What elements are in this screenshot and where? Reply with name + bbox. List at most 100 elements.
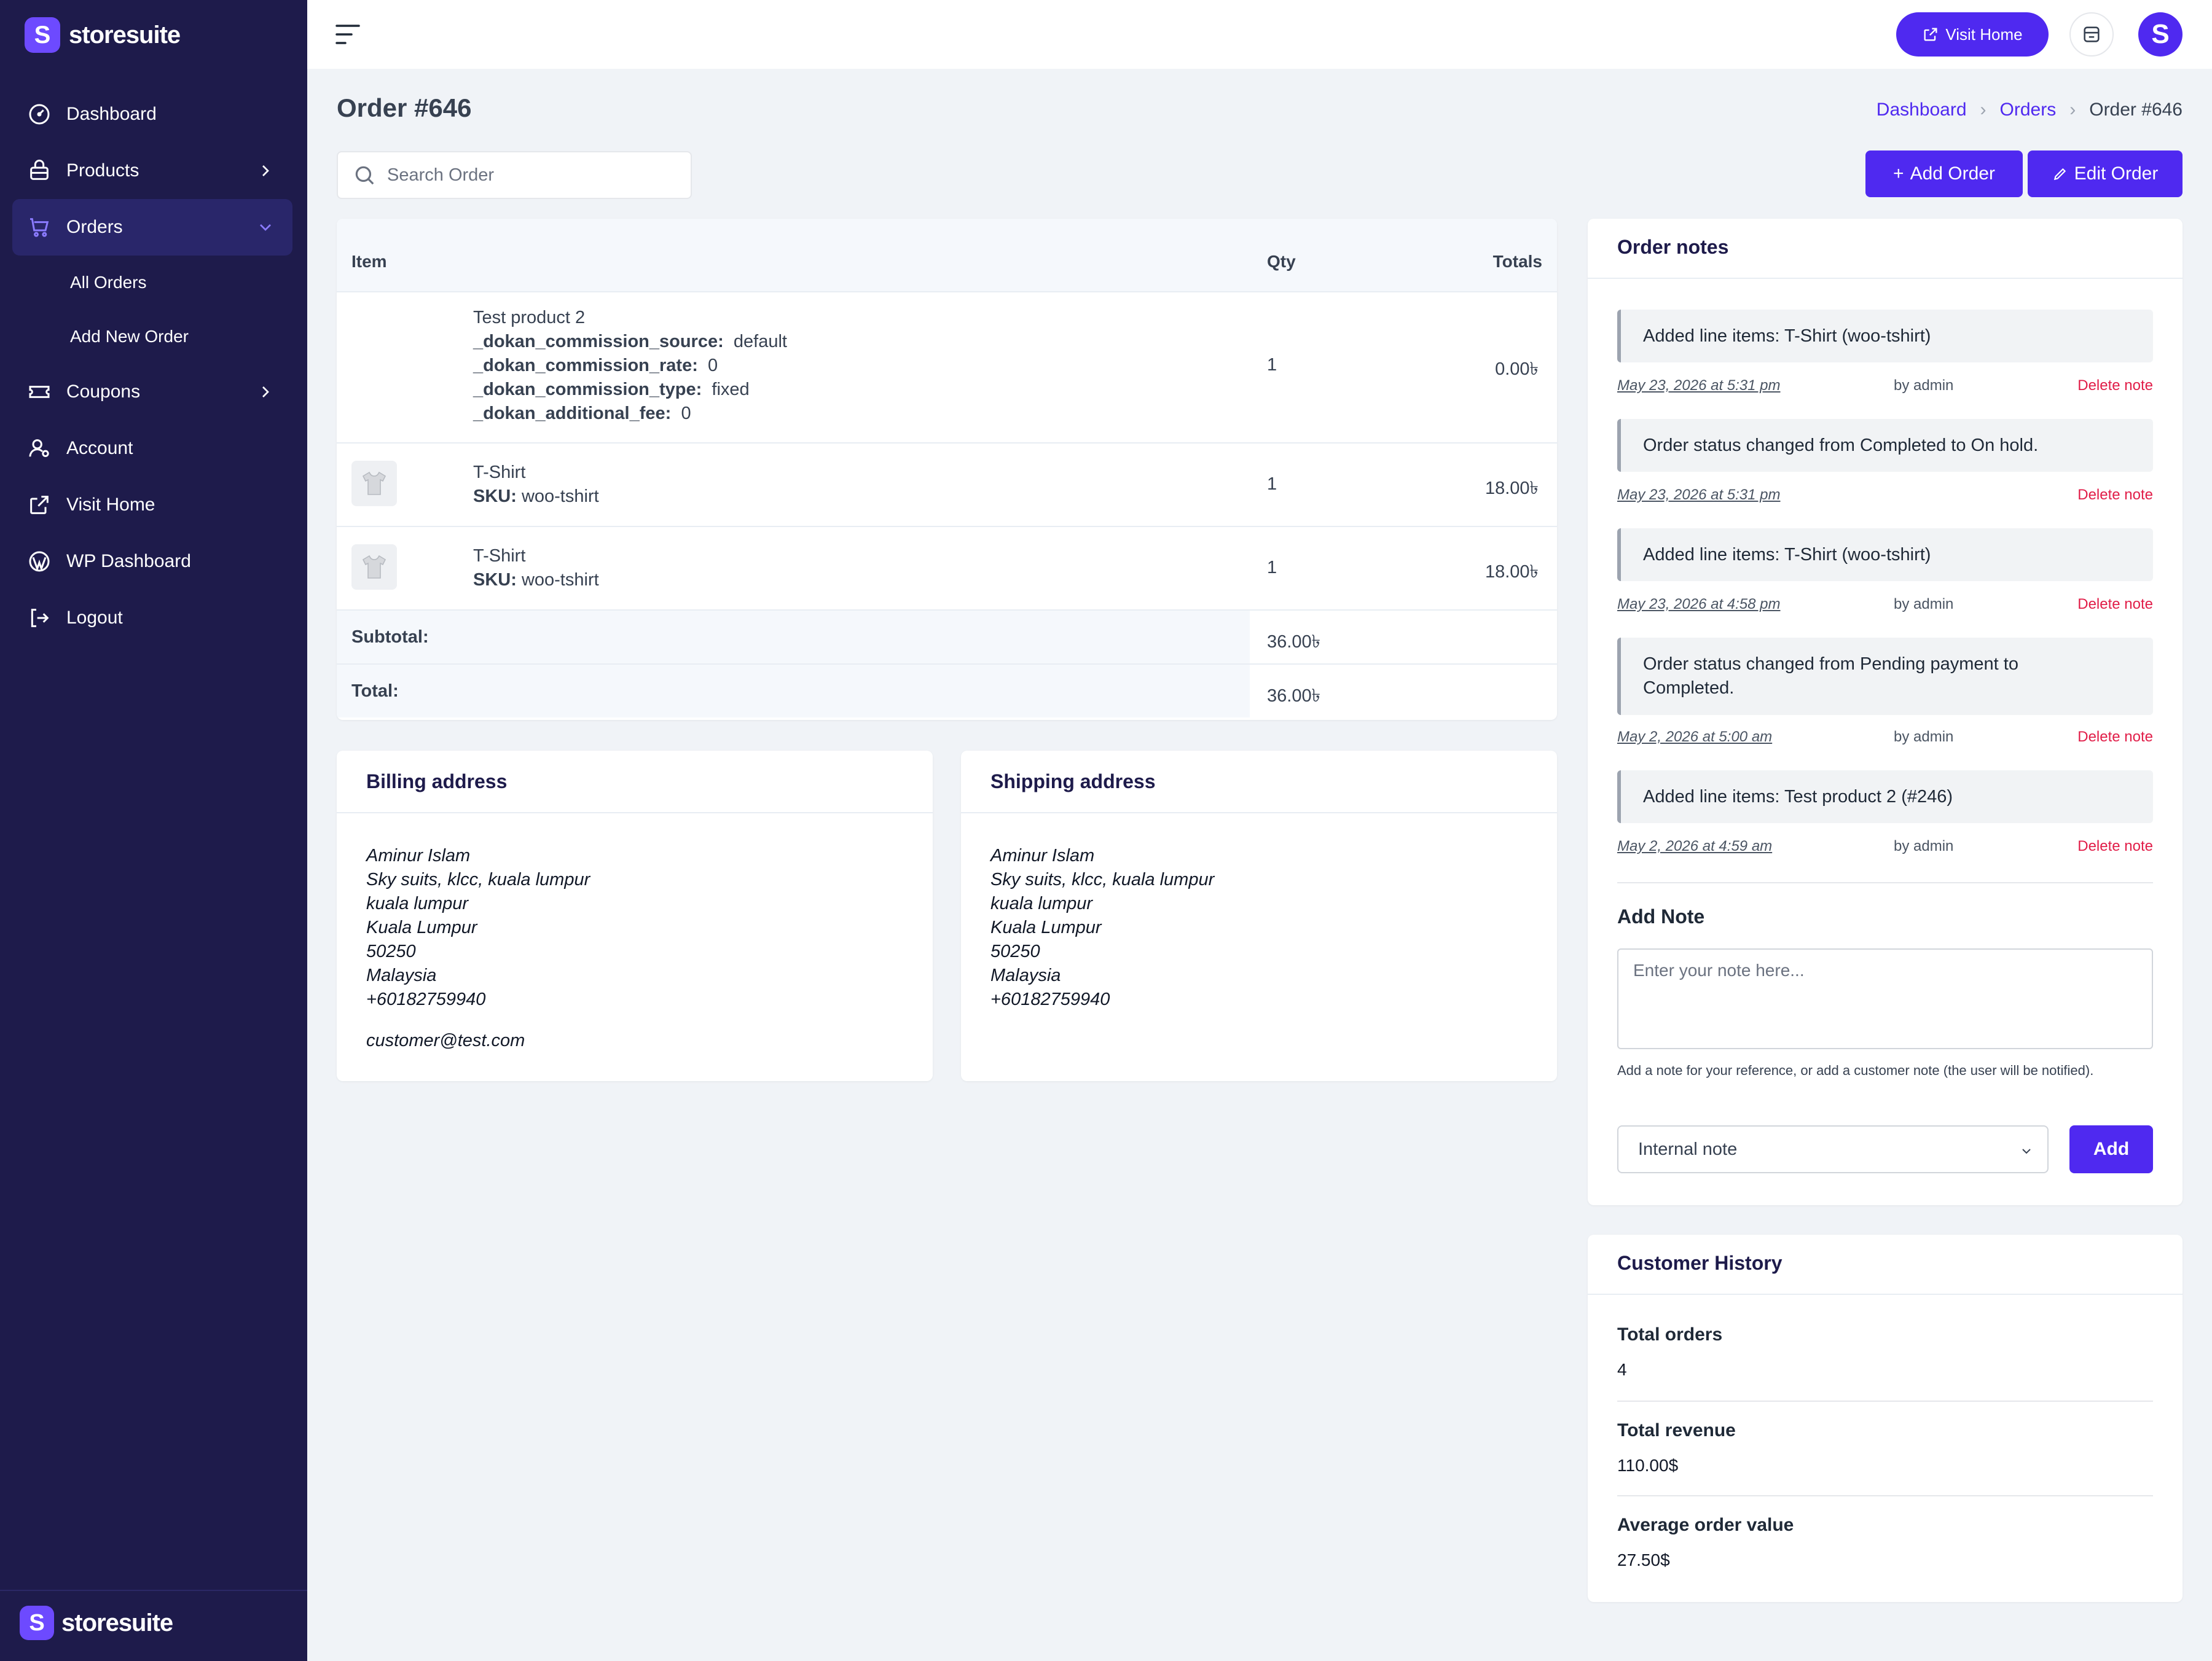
external-link-icon: [1924, 28, 1937, 41]
meta-value: fixed: [712, 380, 750, 399]
visit-home-button[interactable]: Visit Home: [1896, 12, 2049, 57]
address-line: Kuala Lumpur: [366, 918, 477, 937]
item-name[interactable]: T-Shirt: [473, 461, 599, 485]
address-line: 50250: [366, 942, 416, 961]
chevron-right-icon: [262, 165, 269, 176]
delete-note-link[interactable]: Delete note: [2077, 487, 2153, 504]
note-type-select[interactable]: Internal note: [1617, 1125, 2049, 1173]
note-text: Added line items: T-Shirt (woo-tshirt): [1643, 544, 1931, 565]
meta-key: _dokan_additional_fee:: [473, 404, 672, 423]
history-label: Total revenue: [1617, 1420, 1736, 1440]
column-header-qty: Qty: [1267, 252, 1296, 271]
account-user-icon: [27, 436, 52, 461]
item-description: Test product 2 _dokan_commission_source:…: [473, 306, 787, 426]
item-name[interactable]: T-Shirt: [473, 544, 599, 568]
shipping-address-body: Aminur Islam Sky suits, klcc, kuala lump…: [961, 813, 1557, 1042]
history-divider: [1617, 1495, 2153, 1496]
sidebar-item-wp-dashboard[interactable]: WP Dashboard: [12, 533, 292, 590]
user-avatar[interactable]: S: [2138, 12, 2183, 57]
address-line: Kuala Lumpur: [990, 918, 1102, 937]
address-line: Sky suits, klcc, kuala lumpur: [366, 870, 590, 889]
breadcrumb-orders[interactable]: Orders: [2000, 100, 2057, 120]
breadcrumb-current: Order #646: [2089, 100, 2183, 120]
sidebar-item-orders[interactable]: Orders: [12, 199, 292, 256]
shipping-address-card: Shipping address Aminur Islam Sky suits,…: [961, 751, 1557, 1081]
sidebar-item-dashboard[interactable]: Dashboard: [12, 86, 292, 143]
history-label: Average order value: [1617, 1515, 1794, 1535]
brand-logo-top[interactable]: S storesuite: [25, 17, 181, 53]
meta-value: 0: [707, 356, 718, 375]
sidebar-subitem-all-orders[interactable]: All Orders: [12, 256, 292, 310]
add-order-button[interactable]: + Add Order: [1865, 150, 2023, 197]
storesuite-logo-icon: S: [25, 17, 60, 53]
brand-logo-bottom[interactable]: S storesuite: [20, 1606, 173, 1640]
visit-home-label: Visit Home: [1945, 25, 2023, 44]
note-meta: May 2, 2026 at 5:00 am by admin Delete n…: [1617, 729, 2153, 746]
delete-note-link[interactable]: Delete note: [2077, 596, 2153, 613]
note-author: by admin: [1894, 729, 1954, 745]
plus-icon: +: [1893, 163, 1904, 184]
sidebar-subitem-add-new-order[interactable]: Add New Order: [12, 310, 292, 364]
note-text: Added line items: T-Shirt (woo-tshirt): [1643, 326, 1931, 346]
history-total-orders: Total orders 4: [1617, 1324, 2153, 1380]
shipping-address-title: Shipping address: [961, 751, 1557, 813]
store-button[interactable]: [2069, 12, 2114, 57]
wordpress-icon: [27, 549, 52, 574]
external-link-icon: [27, 493, 52, 517]
item-total: 18.00৳: [1484, 479, 1539, 498]
item-name: Test product 2: [473, 308, 586, 327]
address-phone: +60182759940: [366, 990, 486, 1009]
sidebar-item-label: Account: [66, 438, 133, 458]
delete-note-link[interactable]: Delete note: [2077, 838, 2153, 855]
subtotal-row: Subtotal: 36.00৳: [337, 611, 1557, 665]
sidebar-item-products[interactable]: Products: [12, 143, 292, 199]
history-value: 27.50$: [1617, 1550, 1670, 1569]
breadcrumb-dashboard[interactable]: Dashboard: [1877, 100, 1967, 120]
breadcrumb: Dashboard › Orders › Order #646: [1877, 100, 2183, 120]
tshirt-thumbnail[interactable]: [351, 544, 397, 590]
delete-note-link[interactable]: Delete note: [2077, 729, 2153, 746]
note-author: by admin: [1894, 596, 1954, 612]
add-order-label: Add Order: [1910, 163, 1995, 184]
table-row: T-Shirt SKU: woo-tshirt 1 18.00৳: [337, 527, 1557, 611]
note-date: May 23, 2026 at 4:58 pm: [1617, 596, 1781, 612]
search-input[interactable]: [387, 165, 682, 186]
menu-toggle-icon[interactable]: [334, 23, 361, 45]
item-qty: 1: [1267, 558, 1277, 577]
note-author: by admin: [1894, 377, 1954, 394]
add-note-button[interactable]: Add: [2069, 1125, 2153, 1173]
note-meta: May 23, 2026 at 5:31 pm by admin Delete …: [1617, 377, 2153, 394]
sidebar-item-visit-home[interactable]: Visit Home: [12, 477, 292, 533]
sidebar-item-label: Products: [66, 160, 139, 181]
breadcrumb-chevron-icon: ›: [2069, 100, 2076, 120]
note-item: Order status changed from Pending paymen…: [1617, 638, 2153, 715]
note-text: Added line items: Test product 2 (#246): [1643, 786, 1953, 807]
address-line: Malaysia: [366, 966, 437, 985]
edit-order-button[interactable]: Edit Order: [2028, 150, 2183, 197]
note-text: Order status changed from Completed to O…: [1643, 435, 2039, 455]
item-meta-line: _dokan_commission_source: default: [473, 330, 787, 354]
item-meta-line: _dokan_commission_type: fixed: [473, 378, 787, 402]
meta-key: _dokan_commission_rate:: [473, 356, 698, 375]
history-value: 4: [1617, 1360, 1627, 1379]
note-date: May 2, 2026 at 5:00 am: [1617, 729, 1773, 745]
item-qty: 1: [1267, 474, 1277, 494]
sidebar-item-coupons[interactable]: Coupons: [12, 364, 292, 420]
page-title: Order #646: [337, 93, 472, 122]
column-header-item: Item: [351, 252, 387, 271]
search-box[interactable]: [337, 151, 692, 199]
sidebar-item-logout[interactable]: Logout: [12, 590, 292, 646]
note-date: May 2, 2026 at 4:59 am: [1617, 838, 1773, 854]
note-textarea[interactable]: [1617, 948, 2153, 1049]
add-note-title: Add Note: [1617, 905, 1705, 928]
tshirt-thumbnail[interactable]: [351, 461, 397, 506]
storesuite-logo-icon: S: [20, 1606, 54, 1640]
sidebar-item-account[interactable]: Account: [12, 420, 292, 477]
note-help-text: Add a note for your reference, or add a …: [1617, 1063, 2094, 1078]
delete-note-link[interactable]: Delete note: [2077, 377, 2153, 394]
history-label: Total orders: [1617, 1324, 1723, 1345]
sidebar: S storesuite Dashboard Products Orders A…: [0, 0, 307, 1661]
billing-address-title: Billing address: [337, 751, 933, 813]
total-value: 36.00৳: [1267, 686, 1321, 706]
meta-key: _dokan_commission_type:: [473, 380, 702, 399]
